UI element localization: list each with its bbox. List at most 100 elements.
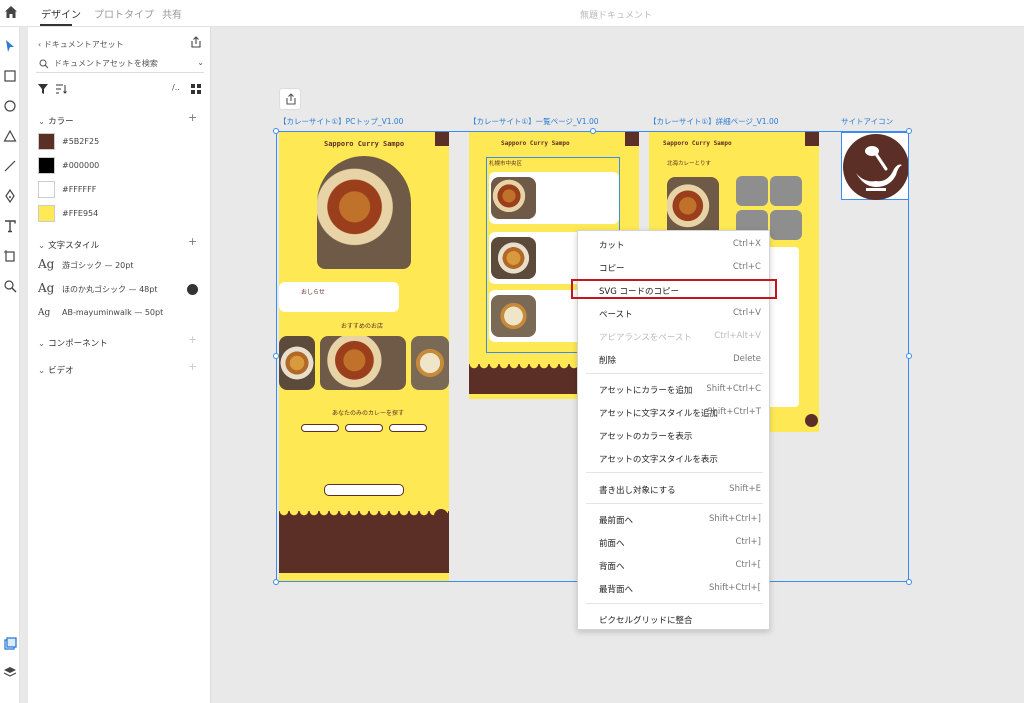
color-label: #000000 [62, 161, 100, 170]
artboard-label[interactable]: 【カレーサイト①】詳細ページ_V1.00 [649, 116, 779, 127]
menu-item-send-to-back[interactable]: 最背面へ Shift+Ctrl+[ [578, 578, 771, 598]
char-style-preview[interactable]: Ag [38, 308, 50, 318]
artboard-label[interactable]: サイトアイコン [841, 116, 893, 127]
menu-divider [586, 373, 763, 374]
menu-item-cut[interactable]: カット Ctrl+X [578, 234, 771, 254]
breadcrumb[interactable]: ‹ ドキュメントアセット [38, 39, 124, 50]
menu-item-label: 前面へ [599, 539, 625, 549]
resize-handle[interactable] [273, 128, 279, 134]
menu-item-add-char-style-to-assets[interactable]: アセットに文字スタイルを追加 Shift+Ctrl+T [578, 402, 771, 422]
artboard-label[interactable]: 【カレーサイト①】一覧ページ_V1.00 [469, 116, 599, 127]
menu-item-paste[interactable]: ペースト Ctrl+V [578, 303, 771, 323]
filter-icon[interactable] [38, 84, 48, 94]
tab-prototype[interactable]: プロトタイプ [94, 6, 154, 21]
menu-divider [586, 503, 763, 504]
resize-handle[interactable] [273, 353, 279, 359]
menu-item-send-backward[interactable]: 背面へ Ctrl+[ [578, 555, 771, 575]
menu-item-label: 書き出し対象にする [599, 486, 676, 496]
text-tool-icon[interactable] [3, 219, 17, 233]
resize-handle[interactable] [906, 128, 912, 134]
tab-design[interactable]: デザイン [41, 6, 81, 21]
svg-copy-highlight-box [571, 279, 777, 299]
search-placeholder: ドキュメントアセットを検索 [54, 59, 158, 68]
char-style-label: ほのか丸ゴシック — 48pt [62, 285, 158, 294]
list-view-icon[interactable]: /.. [172, 83, 180, 92]
tool-rail [0, 27, 20, 703]
color-swatch-yellow[interactable] [38, 205, 55, 222]
components-section-header[interactable]: ⌄ コンポーネント [38, 337, 108, 349]
ellipse-tool-icon[interactable] [3, 99, 17, 113]
asset-search[interactable]: ドキュメントアセットを検索 ⌄ [36, 55, 204, 73]
color-swatch-white[interactable] [38, 181, 55, 198]
video-title: ビデオ [48, 366, 74, 376]
pen-tool-icon[interactable] [3, 189, 17, 203]
select-tool-icon[interactable] [3, 39, 17, 53]
menu-item-shortcut: Ctrl+X [732, 239, 761, 249]
menu-item-label: 最背面へ [599, 585, 634, 595]
menu-item-copy[interactable]: コピー Ctrl+C [578, 257, 771, 277]
char-style-preview[interactable]: Ag [38, 257, 54, 271]
active-tab-indicator [40, 24, 72, 26]
menu-item-label: アピアランスをペースト [599, 333, 692, 343]
chevron-down-icon[interactable]: ⌄ [197, 58, 204, 67]
char-style-label: AB-mayuminwalk — 50pt [62, 308, 164, 317]
grid-view-icon[interactable] [191, 84, 201, 94]
zoom-tool-icon[interactable] [3, 279, 17, 293]
top-bar: デザイン プロトタイプ 共有 無題ドキュメント [0, 0, 1024, 27]
menu-item-bring-forward[interactable]: 前面へ Ctrl+] [578, 532, 771, 552]
menu-item-shortcut: Shift+Ctrl+T [707, 407, 761, 417]
color-swatch-brown[interactable] [38, 133, 55, 150]
menu-divider [586, 603, 763, 604]
tab-share[interactable]: 共有 [162, 6, 182, 21]
menu-item-label: アセットのカラーを表示 [599, 432, 693, 442]
video-section-header[interactable]: ⌄ ビデオ [38, 364, 74, 376]
color-swatch-black[interactable] [38, 157, 55, 174]
share-icon [286, 93, 296, 105]
menu-item-show-asset-colors[interactable]: アセットのカラーを表示 [578, 425, 771, 445]
add-character-style-button[interactable]: + [188, 235, 197, 248]
polygon-tool-icon[interactable] [3, 129, 17, 143]
resize-handle[interactable] [906, 579, 912, 585]
menu-item-label: アセットに文字スタイルを追加 [599, 409, 718, 419]
menu-item-delete[interactable]: 削除 Delete [578, 349, 771, 369]
line-tool-icon[interactable] [3, 159, 17, 173]
home-icon[interactable] [4, 5, 18, 19]
menu-item-label: アセットの文字スタイルを表示 [599, 455, 718, 465]
menu-item-bring-to-front[interactable]: 最前面へ Shift+Ctrl+] [578, 509, 771, 529]
sort-icon[interactable] [56, 84, 67, 94]
menu-item-shortcut: Shift+Ctrl+C [706, 384, 761, 394]
share-icon[interactable] [190, 36, 202, 48]
menu-item-align-to-pixel-grid[interactable]: ピクセルグリッドに整合 [578, 609, 771, 629]
menu-item-shortcut: Ctrl+C [732, 262, 761, 272]
assets-panel-icon[interactable] [3, 637, 17, 651]
color-label: #5B2F25 [62, 137, 100, 146]
menu-item-show-asset-char-styles[interactable]: アセットの文字スタイルを表示 [578, 448, 771, 468]
menu-item-add-color-to-assets[interactable]: アセットにカラーを追加 Shift+Ctrl+C [578, 379, 771, 399]
char-style-preview[interactable]: Ag [38, 281, 54, 295]
menu-divider [586, 472, 763, 473]
menu-item-label: ペースト [599, 310, 633, 320]
rectangle-tool-icon[interactable] [3, 69, 17, 83]
menu-item-shortcut: Shift+Ctrl+] [708, 514, 761, 524]
add-component-button[interactable]: + [188, 333, 197, 346]
resize-handle[interactable] [273, 579, 279, 585]
resize-handle[interactable] [590, 128, 596, 134]
add-video-button[interactable]: + [188, 360, 197, 373]
menu-item-mark-for-export[interactable]: 書き出し対象にする Shift+E [578, 479, 771, 499]
chevron-down-icon: ⌄ [38, 117, 46, 127]
layers-panel-icon[interactable] [3, 665, 17, 679]
add-color-button[interactable]: + [188, 111, 197, 124]
resize-handle[interactable] [906, 353, 912, 359]
artboard-tool-icon[interactable] [3, 249, 17, 263]
breadcrumb-label: ドキュメントアセット [43, 40, 124, 49]
menu-item-label: 背面へ [599, 562, 625, 572]
chevron-down-icon: ⌄ [38, 366, 46, 376]
char-style-label: 游ゴシック — 20pt [62, 261, 134, 270]
color-label: #FFE954 [62, 209, 99, 218]
character-styles-section-header[interactable]: ⌄ 文字スタイル [38, 239, 99, 251]
colors-section-header[interactable]: ⌄ カラー [38, 115, 74, 127]
missing-font-icon[interactable] [187, 284, 198, 295]
canvas-share-button[interactable] [279, 88, 301, 110]
artboard-label[interactable]: 【カレーサイト①】PCトップ_V1.00 [279, 116, 403, 127]
components-title: コンポーネント [48, 339, 108, 349]
